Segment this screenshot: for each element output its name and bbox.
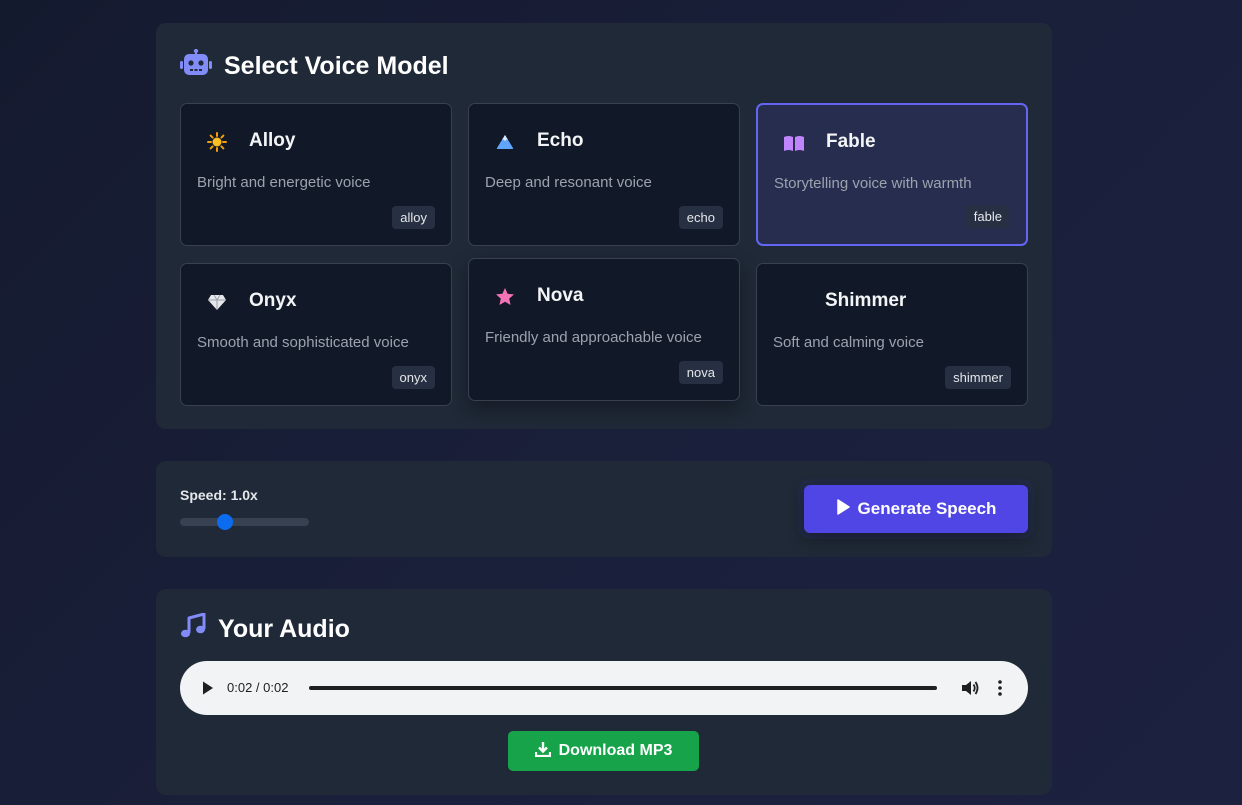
- voice-name: Nova: [537, 285, 584, 306]
- play-icon[interactable]: [202, 681, 214, 700]
- voice-card-echo[interactable]: Echo Deep and resonant voice echo: [468, 103, 740, 246]
- generate-speech-label: Generate Speech: [857, 499, 997, 518]
- voice-name: Onyx: [249, 290, 297, 311]
- audio-panel: Your Audio 0:02 / 0:02 Download MP3: [156, 589, 1052, 795]
- voice-description: Smooth and sophisticated voice: [197, 334, 409, 351]
- play-icon: [836, 498, 850, 520]
- volume-icon[interactable]: [961, 679, 979, 702]
- voice-model-panel: Select Voice Model Alloy Bright and ener…: [156, 23, 1052, 429]
- voice-section-title: Select Voice Model: [180, 48, 449, 84]
- voice-tag: alloy: [392, 206, 435, 229]
- speed-label: Speed: 1.0x: [180, 487, 258, 503]
- voice-name: Shimmer: [825, 290, 907, 311]
- voice-card-nova[interactable]: Nova Friendly and approachable voice nov…: [468, 258, 740, 401]
- audio-section-title-text: Your Audio: [218, 615, 350, 643]
- music-note-icon: [180, 612, 206, 646]
- book-icon: [782, 131, 806, 155]
- download-mp3-button[interactable]: Download MP3: [508, 731, 699, 771]
- gem-icon: [205, 290, 229, 314]
- voice-description: Bright and energetic voice: [197, 174, 371, 191]
- voice-description: Soft and calming voice: [773, 334, 924, 351]
- voice-card-fable[interactable]: Fable Storytelling voice with warmth fab…: [756, 103, 1028, 246]
- audio-section-title: Your Audio: [180, 612, 350, 646]
- voice-card-alloy[interactable]: Alloy Bright and energetic voice alloy: [180, 103, 452, 246]
- voice-description: Storytelling voice with warmth: [774, 175, 972, 192]
- voice-name: Fable: [826, 131, 876, 152]
- mountain-icon: [493, 130, 517, 154]
- speed-slider[interactable]: [180, 514, 309, 530]
- voice-tag: echo: [678, 206, 723, 229]
- voice-card-shimmer[interactable]: Shimmer Soft and calming voice shimmer: [756, 263, 1028, 406]
- player-time: 0:02 / 0:02: [227, 680, 289, 695]
- voice-tag: fable: [965, 205, 1010, 228]
- player-progress-bar[interactable]: [309, 686, 937, 690]
- voice-name: Echo: [537, 130, 584, 151]
- sun-icon: [205, 130, 229, 154]
- voice-section-title-text: Select Voice Model: [224, 52, 449, 80]
- audio-player[interactable]: 0:02 / 0:02: [180, 661, 1028, 715]
- voice-name: Alloy: [249, 130, 296, 151]
- voice-tag: shimmer: [945, 366, 1011, 389]
- voice-description: Friendly and approachable voice: [485, 329, 702, 346]
- star-icon: [493, 285, 517, 309]
- generate-speech-button[interactable]: Generate Speech: [804, 485, 1028, 533]
- robot-icon: [180, 48, 212, 84]
- voice-tag: nova: [678, 361, 723, 384]
- speed-slider-thumb[interactable]: [217, 514, 233, 530]
- voice-tag: onyx: [391, 366, 435, 389]
- voice-card-onyx[interactable]: Onyx Smooth and sophisticated voice onyx: [180, 263, 452, 406]
- download-icon: [534, 741, 551, 762]
- controls-panel: Speed: 1.0x Generate Speech: [156, 461, 1052, 557]
- download-mp3-label: Download MP3: [558, 742, 673, 759]
- voice-description: Deep and resonant voice: [485, 174, 652, 191]
- more-options-icon[interactable]: [998, 679, 1002, 702]
